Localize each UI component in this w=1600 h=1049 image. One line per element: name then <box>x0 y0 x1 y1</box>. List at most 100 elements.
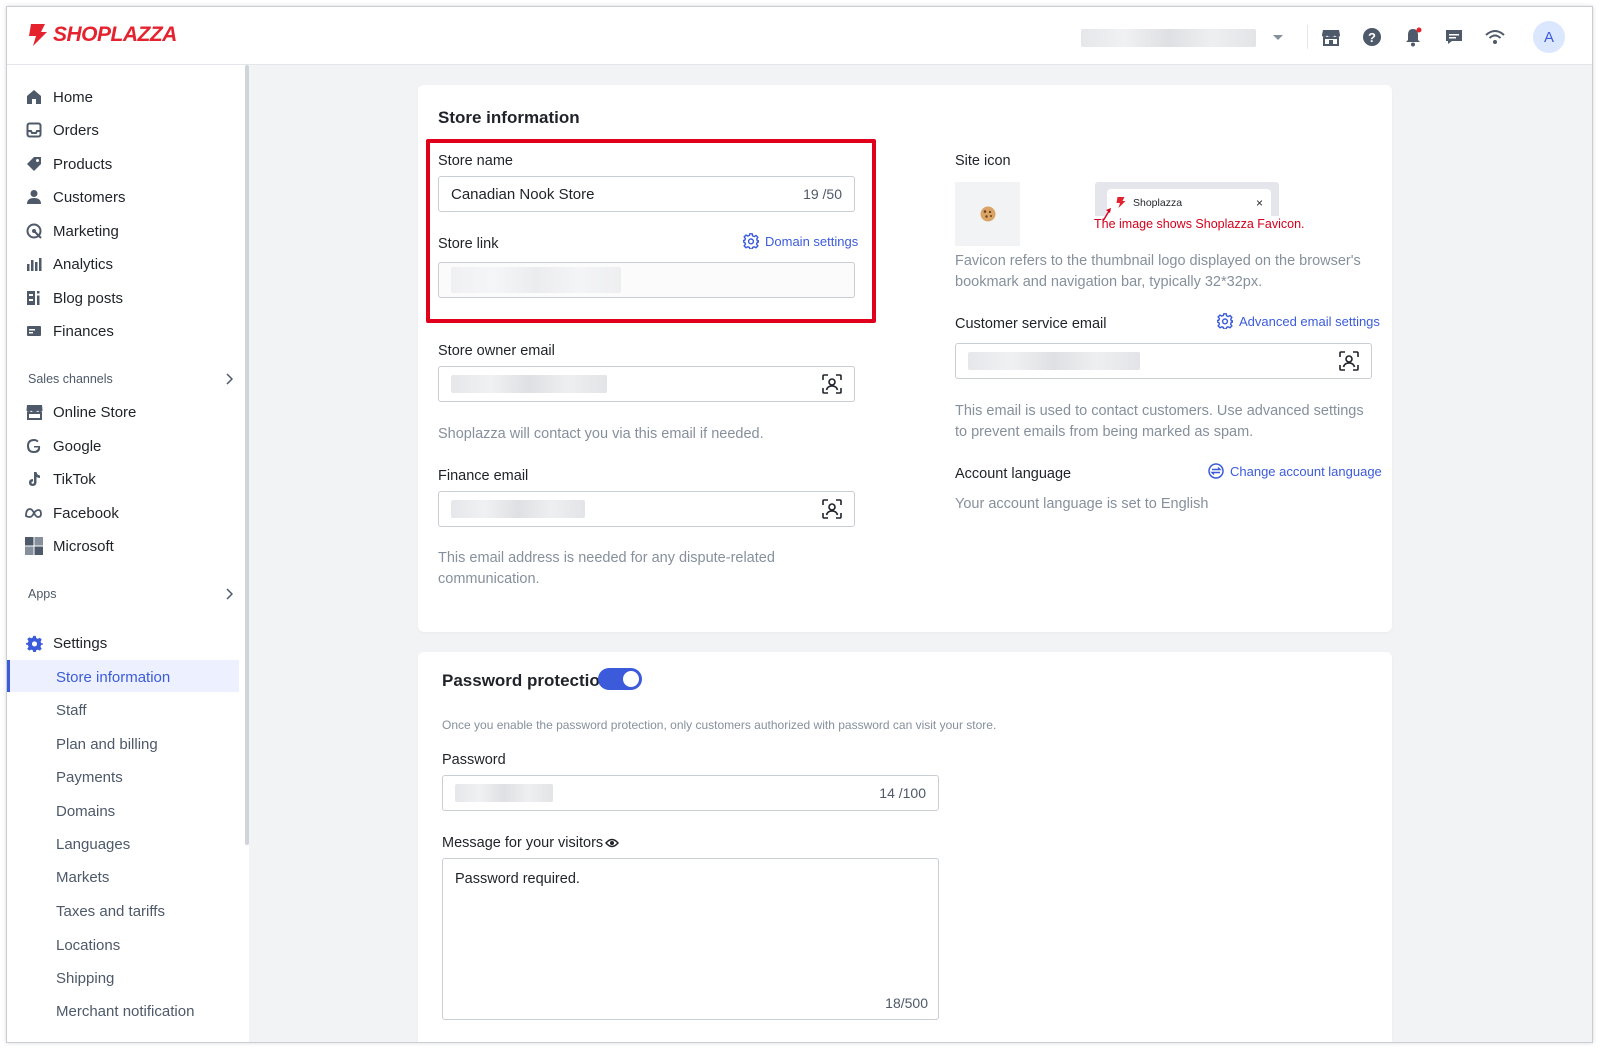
settings-item-plan-and-billing[interactable]: Plan and billing <box>56 736 158 753</box>
visitor-message-value: Password required. <box>455 871 580 887</box>
settings-item-locations[interactable]: Locations <box>56 937 120 954</box>
sidebar-group-apps[interactable]: Apps <box>28 587 233 601</box>
chat-icon[interactable] <box>1442 25 1466 49</box>
cookie-icon <box>980 206 995 222</box>
sidebar-item-customers[interactable]: Customers <box>25 183 126 211</box>
contact-card-icon[interactable] <box>822 499 842 519</box>
sidebar-item-label: Analytics <box>53 255 114 273</box>
settings-item-markets[interactable]: Markets <box>56 869 109 886</box>
microsoft-icon <box>25 537 43 555</box>
finances-icon <box>25 322 43 340</box>
visitor-message-textarea[interactable]: Password required. 18/500 <box>442 858 939 1020</box>
contact-card-icon[interactable] <box>822 374 842 394</box>
sidebar-item-orders[interactable]: Orders <box>25 116 99 144</box>
sidebar-item-microsoft[interactable]: Microsoft <box>25 532 114 560</box>
swap-icon <box>1208 463 1224 479</box>
owner-email-label: Store owner email <box>438 343 555 359</box>
sidebar-group-sales-channels[interactable]: Sales channels <box>28 372 233 386</box>
settings-item-merchant-notification[interactable]: Merchant notification <box>56 1003 194 1020</box>
cs-email-blurred <box>968 352 1140 370</box>
finance-email-input[interactable] <box>438 491 855 527</box>
sidebar-item-finances[interactable]: Finances <box>25 317 114 345</box>
avatar[interactable]: A <box>1533 21 1565 53</box>
shoplazza-logo[interactable]: SHOPLAZZA <box>27 22 177 48</box>
sidebar-item-products[interactable]: Products <box>25 150 112 178</box>
sidebar-item-tiktok[interactable]: TikTok <box>25 465 96 493</box>
password-input[interactable]: 14 /100 <box>442 775 939 811</box>
header-icons: ? <box>1319 25 1507 49</box>
analytics-icon <box>25 255 43 273</box>
sidebar-item-facebook[interactable]: Facebook <box>25 499 119 527</box>
header-divider <box>1307 25 1308 49</box>
account-language-label: Account language <box>955 466 1072 482</box>
sidebar-item-home[interactable]: Home <box>25 83 93 111</box>
finance-email-blurred <box>451 500 585 518</box>
settings-item-shipping[interactable]: Shipping <box>56 970 114 987</box>
cs-email-label: Customer service email <box>955 316 1107 332</box>
gear-icon <box>25 634 43 652</box>
sidebar-item-analytics[interactable]: Analytics <box>25 250 113 278</box>
wifi-icon[interactable] <box>1483 25 1507 49</box>
site-icon-label: Site icon <box>955 153 1011 169</box>
chevron-down-icon <box>1273 35 1283 40</box>
settings-item-store-information[interactable]: Store information <box>56 669 170 686</box>
sidebar-item-label: Facebook <box>53 504 119 522</box>
storefront-icon[interactable] <box>1319 25 1343 49</box>
home-icon <box>25 88 43 106</box>
change-language-text: Change account language <box>1230 463 1382 479</box>
sidebar-item-label: Home <box>53 88 94 106</box>
gear-icon <box>1217 313 1233 329</box>
app-window: SHOPLAZZA ? A Home Orders Products Custo… <box>6 6 1593 1043</box>
sidebar-item-label: Finances <box>53 322 114 340</box>
contact-card-icon[interactable] <box>1339 351 1359 371</box>
sidebar-scrollbar[interactable] <box>245 65 249 845</box>
owner-email-help: Shoplazza will contact you via this emai… <box>438 426 764 442</box>
brand-name: SHOPLAZZA <box>53 23 177 46</box>
sidebar-item-label: Settings <box>53 634 108 652</box>
sidebar-item-blog-posts[interactable]: Blog posts <box>25 284 123 312</box>
svg-text:?: ? <box>1368 30 1376 45</box>
owner-email-input[interactable] <box>438 366 855 402</box>
top-bar: SHOPLAZZA ? A <box>7 7 1592 65</box>
visitor-message-counter: 18/500 <box>885 995 928 1011</box>
password-protection-toggle[interactable] <box>598 668 642 690</box>
change-account-language-link[interactable]: Change account language <box>1208 463 1382 479</box>
help-icon[interactable]: ? <box>1360 25 1384 49</box>
page-title: Store information <box>438 108 580 127</box>
close-icon: × <box>1255 195 1263 210</box>
sidebar-item-google[interactable]: Google <box>25 432 101 460</box>
cs-email-input[interactable] <box>955 343 1372 379</box>
sidebar-item-settings[interactable]: Settings <box>25 629 107 657</box>
sidebar-item-label: Orders <box>53 121 99 139</box>
settings-item-languages[interactable]: Languages <box>56 836 130 853</box>
tag-icon <box>25 155 43 173</box>
shoplazza-logo-icon <box>29 24 47 46</box>
password-counter: 14 /100 <box>879 785 926 801</box>
advanced-email-settings-link[interactable]: Advanced email settings <box>1217 313 1380 329</box>
bell-icon[interactable] <box>1401 25 1425 49</box>
eye-icon[interactable] <box>605 838 620 848</box>
favicon-tab-title: Shoplazza <box>1133 196 1183 209</box>
cs-email-help: This email is used to contact customers.… <box>955 403 1364 440</box>
sidebar-item-label: TikTok <box>53 470 96 488</box>
settings-item-payments[interactable]: Payments <box>56 769 123 786</box>
sidebar-item-online-store[interactable]: Online Store <box>25 398 136 426</box>
settings-item-taxes-and-tariffs[interactable]: Taxes and tariffs <box>56 903 165 920</box>
password-protection-title: Password protection <box>442 671 611 690</box>
shoplazza-favicon-icon <box>1116 197 1126 208</box>
sidebar-group-label: Sales channels <box>28 372 113 386</box>
favicon-help: Favicon refers to the thumbnail logo dis… <box>955 253 1361 290</box>
store-selector[interactable] <box>1081 27 1291 49</box>
settings-item-domains[interactable]: Domains <box>56 803 115 820</box>
sidebar-group-label: Apps <box>28 587 57 601</box>
sidebar-item-label: Google <box>53 437 102 455</box>
account-language-text: Your account language is set to English <box>955 496 1209 512</box>
sidebar-item-label: Microsoft <box>53 537 114 555</box>
site-icon-upload[interactable] <box>955 182 1020 246</box>
sidebar-item-label: Online Store <box>53 403 137 421</box>
meta-icon <box>25 504 43 522</box>
blog-icon <box>25 289 43 307</box>
tiktok-icon <box>25 470 43 488</box>
settings-item-staff[interactable]: Staff <box>56 702 87 719</box>
sidebar-item-marketing[interactable]: Marketing <box>25 217 119 245</box>
